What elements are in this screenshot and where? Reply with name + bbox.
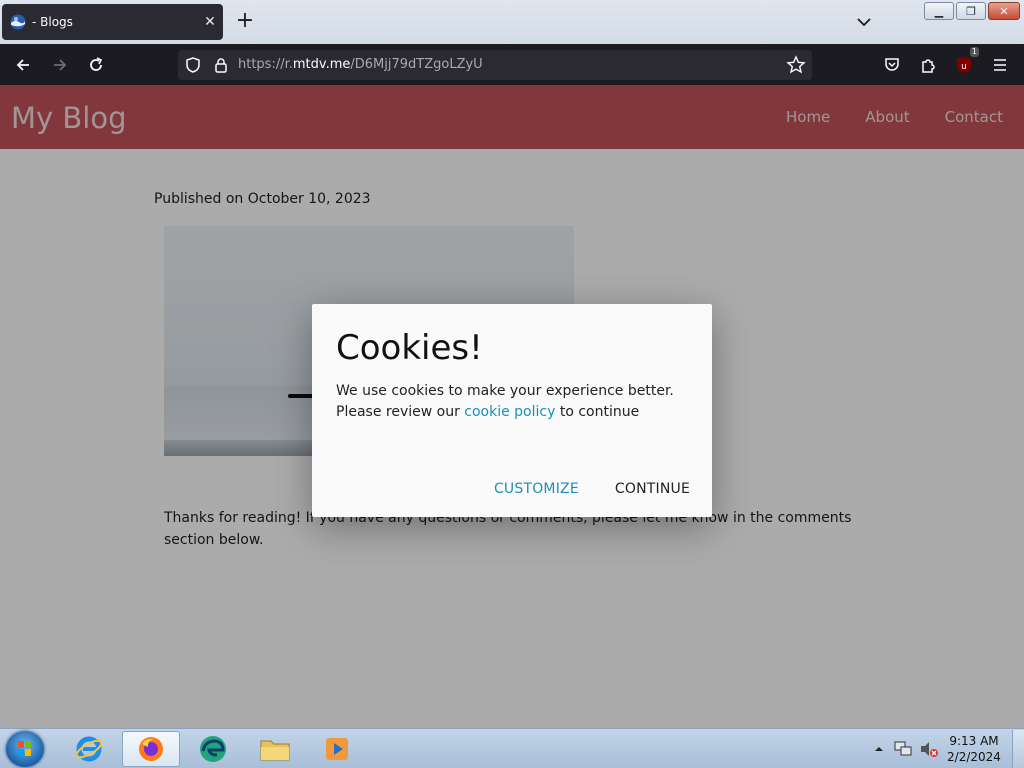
volume-muted-icon[interactable] <box>918 739 940 759</box>
minimize-icon: ▁ <box>934 4 944 18</box>
internet-explorer-icon <box>75 736 103 762</box>
svg-text:u: u <box>961 62 967 72</box>
taskbar-internet-explorer[interactable] <box>60 731 118 767</box>
tab-close-icon[interactable]: ✕ <box>199 14 221 30</box>
window-controls: ▁ ❐ ✕ <box>924 2 1020 20</box>
forward-button[interactable] <box>47 52 73 78</box>
padlock-icon[interactable] <box>212 56 230 74</box>
cookie-dialog-title: Cookies! <box>336 328 483 368</box>
restore-button[interactable]: ❐ <box>956 2 986 20</box>
bookmark-star-icon[interactable] <box>786 55 806 75</box>
globe-favicon-icon <box>10 14 26 30</box>
cookie-consent-dialog: Cookies! We use cookies to make your exp… <box>312 304 712 517</box>
forward-arrow-icon <box>54 59 67 71</box>
start-button[interactable] <box>6 731 44 767</box>
pocket-icon <box>885 58 899 71</box>
edge-browser-icon <box>200 736 226 762</box>
cookie-policy-link[interactable]: cookie policy <box>464 404 555 420</box>
cookie-dialog-message: We use cookies to make your experience b… <box>336 381 696 423</box>
address-bar[interactable]: https://r.mtdv.me/D6Mjj79dTZgoLZyU <box>178 50 812 80</box>
tab-title: - Blogs <box>32 15 73 29</box>
taskbar-media-player[interactable] <box>308 731 366 767</box>
show-desktop-button[interactable] <box>1012 730 1024 768</box>
cookie-dialog-actions: CUSTOMIZE CONTINUE <box>494 481 690 497</box>
cookie-message-prefix: Please review our <box>336 404 465 420</box>
folder-icon <box>260 740 290 761</box>
windows-taskbar: 9:13 AM 2/2/2024 <box>0 728 1024 768</box>
url-prefix: https://r. <box>238 57 293 72</box>
url-path: /D6Mjj79dTZgoLZyU <box>350 57 483 72</box>
browser-toolbar: https://r.mtdv.me/D6Mjj79dTZgoLZyU u 1 <box>0 44 1024 85</box>
url-text[interactable]: https://r.mtdv.me/D6Mjj79dTZgoLZyU <box>238 57 483 72</box>
minimize-button[interactable]: ▁ <box>924 2 954 20</box>
tab-strip: - Blogs ✕ + ▁ ❐ ✕ <box>0 0 1024 44</box>
media-player-icon <box>326 738 348 760</box>
extension-badge-count: 1 <box>969 47 979 57</box>
back-arrow-icon <box>16 59 29 71</box>
app-menu-button[interactable] <box>987 52 1013 78</box>
clock-date: 2/2/2024 <box>947 750 1001 764</box>
close-icon: ✕ <box>999 4 1009 18</box>
continue-button[interactable]: CONTINUE <box>615 481 690 497</box>
cookie-message-suffix: to continue <box>555 404 640 420</box>
hamburger-menu-icon <box>994 59 1006 71</box>
restore-icon: ❐ <box>966 4 976 18</box>
reload-button[interactable] <box>83 52 109 78</box>
customize-button[interactable]: CUSTOMIZE <box>494 481 579 497</box>
taskbar-firefox[interactable] <box>122 731 180 767</box>
system-tray: 9:13 AM 2/2/2024 <box>872 729 1024 768</box>
clock-time: 9:13 AM <box>949 734 999 748</box>
site-identity[interactable] <box>184 56 230 74</box>
firefox-icon <box>139 737 163 761</box>
taskbar-edge[interactable] <box>184 731 242 767</box>
show-hidden-icons-icon[interactable] <box>872 742 886 756</box>
network-icon[interactable] <box>892 739 914 759</box>
cookie-message-line-1: We use cookies to make your experience b… <box>336 383 674 399</box>
tab-blogs[interactable]: - Blogs ✕ <box>2 4 223 40</box>
pocket-button[interactable] <box>879 52 905 78</box>
list-all-tabs-chevron-icon[interactable] <box>852 12 876 32</box>
taskbar-file-explorer[interactable] <box>246 731 304 767</box>
taskbar-clock[interactable]: 9:13 AM 2/2/2024 <box>940 733 1008 765</box>
reload-icon <box>90 57 103 71</box>
ublock-shield-icon: u <box>957 57 971 73</box>
back-button[interactable] <box>10 52 36 78</box>
cookie-message-line-2: Please review our cookie policy to conti… <box>336 402 696 423</box>
tracking-shield-icon[interactable] <box>184 56 202 74</box>
windows-logo-icon <box>18 741 31 756</box>
close-window-button[interactable]: ✕ <box>988 2 1020 20</box>
puzzle-piece-icon <box>922 59 935 73</box>
ublock-extension-button[interactable]: u 1 <box>951 47 979 78</box>
extensions-button[interactable] <box>915 52 941 78</box>
url-host: mtdv.me <box>292 57 351 72</box>
new-tab-button[interactable]: + <box>233 10 257 34</box>
